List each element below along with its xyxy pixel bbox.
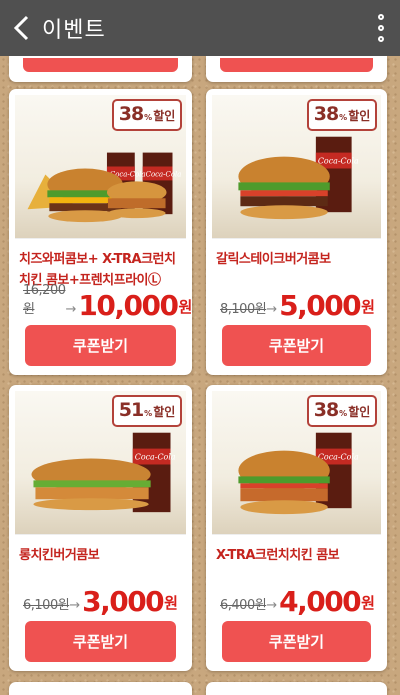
currency-label: 원 <box>361 594 375 612</box>
coupon-card[interactable]: Coca-Cola Coca-Cola 38% 할인 치즈와퍼콤보+ X-TRA크… <box>9 89 192 375</box>
price-row: 6,400원 → 4,000 원 <box>220 587 381 617</box>
currency-label: 원 <box>178 298 192 316</box>
next-coupon-card[interactable] <box>206 682 387 695</box>
product-image: Coca-Cola Coca-Cola 38% 할인 <box>15 95 186 239</box>
more-vertical-icon <box>378 14 384 20</box>
sale-price: 10,000 <box>78 289 179 322</box>
svg-text:Coca-Cola: Coca-Cola <box>318 157 359 166</box>
product-image: Coca-Cola 51% 할인 <box>15 391 186 535</box>
discount-badge: 38% 할인 <box>307 395 377 427</box>
svg-text:Coca-Cola: Coca-Cola <box>146 170 182 178</box>
sale-price: 5,000 <box>279 289 362 322</box>
more-menu-button[interactable] <box>376 14 386 42</box>
product-image: Coca-Cola 38% 할인 <box>212 95 381 239</box>
svg-text:Coca-Cola: Coca-Cola <box>135 453 176 462</box>
arrow-right-icon: → <box>65 302 77 317</box>
product-name: X-TRA크런치치킨 콤보 <box>216 548 340 563</box>
prev-coupon-button[interactable] <box>23 58 178 72</box>
discount-badge: 38% 할인 <box>112 99 182 131</box>
sale-price: 4,000 <box>279 585 362 618</box>
discount-badge: 38% 할인 <box>307 99 377 131</box>
product-name: 갈릭스테이크버거콤보 <box>216 252 331 267</box>
currency-label: 원 <box>361 298 375 316</box>
svg-text:Coca-Cola: Coca-Cola <box>318 453 359 462</box>
page-title: 이벤트 <box>42 18 106 43</box>
coupon-card[interactable]: Coca-Cola 51% 할인 롱치킨버거콤보 6,100원 → 3,000 원… <box>9 385 192 671</box>
coupon-card[interactable]: Coca-Cola 38% 할인 갈릭스테이크버거콤보 8,100원 → 5,00… <box>206 89 387 375</box>
chevron-left-icon <box>13 15 29 41</box>
coupon-card[interactable]: Coca-Cola 38% 할인 X-TRA크런치치킨 콤보 6,400원 → 4… <box>206 385 387 671</box>
original-price: 8,100원 <box>220 302 267 317</box>
price-row: 8,100원 → 5,000 원 <box>220 291 381 321</box>
get-coupon-button[interactable]: 쿠폰받기 <box>25 621 176 662</box>
discount-badge: 51% 할인 <box>112 395 182 427</box>
price-row: 16,200원 → 10,000 원 <box>23 283 192 322</box>
next-coupon-card[interactable] <box>9 682 192 695</box>
price-row: 6,100원 → 3,000 원 <box>23 587 186 617</box>
app-bar: 이벤트 <box>0 0 400 56</box>
arrow-right-icon: → <box>266 302 278 317</box>
original-price: 6,100원 <box>23 598 70 613</box>
get-coupon-button[interactable]: 쿠폰받기 <box>222 325 371 366</box>
product-name: 롱치킨버거콤보 <box>19 548 100 563</box>
arrow-right-icon: → <box>266 598 278 613</box>
product-image: Coca-Cola 38% 할인 <box>212 391 381 535</box>
arrow-right-icon: → <box>69 598 81 613</box>
sale-price: 3,000 <box>82 585 165 618</box>
currency-label: 원 <box>164 594 178 612</box>
get-coupon-button[interactable]: 쿠폰받기 <box>222 621 371 662</box>
back-button[interactable] <box>2 0 42 56</box>
get-coupon-button[interactable]: 쿠폰받기 <box>25 325 176 366</box>
prev-coupon-button[interactable] <box>220 58 373 72</box>
original-price: 16,200원 <box>23 283 66 317</box>
original-price: 6,400원 <box>220 598 267 613</box>
